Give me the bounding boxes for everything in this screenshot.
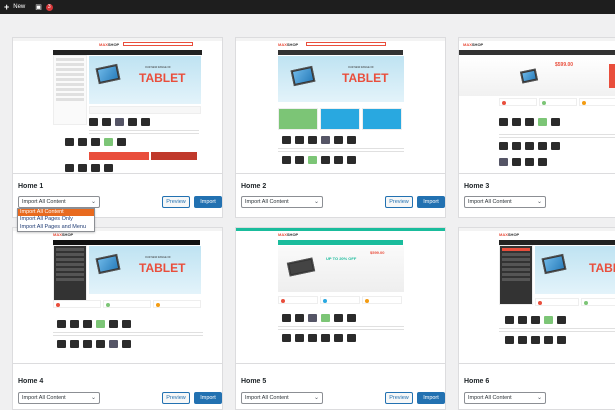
import-button[interactable]: Import (417, 392, 445, 404)
demo-title: Home 4 (18, 378, 44, 385)
demo-thumbnail[interactable]: MAXSHOP OUR NEW RANGE OF TABLET (236, 38, 445, 174)
plus-icon[interactable]: + (4, 2, 9, 12)
chevron-down-icon: ⌄ (536, 199, 542, 205)
preview-button[interactable]: Preview (385, 392, 413, 404)
demo-thumbnail[interactable]: MAXSHOP OUR NEW RANGE OF TABLET (13, 228, 222, 364)
demo-thumbnail[interactable]: MAXSHOP TABLET (459, 228, 615, 364)
import-button[interactable]: Import (417, 196, 445, 208)
import-type-select[interactable]: Import All Content ⌄ (241, 392, 323, 404)
chevron-down-icon: ⌄ (536, 395, 542, 401)
import-type-dropdown-list: Import All Content Import All Pages Only… (17, 208, 95, 232)
import-type-select[interactable]: Import All Content ⌄ (464, 392, 546, 404)
demo-title: Home 5 (241, 378, 267, 385)
demo-card-home-3: MAXSHOP $599.00 Home 3 Import All Conten… (458, 37, 615, 218)
demo-thumbnail[interactable]: MAXSHOP UP TO 20% OFF $599.00 (236, 228, 445, 364)
demo-card-home-6: MAXSHOP TABLET Home 6 Import All Content… (458, 227, 615, 410)
option-import-all-content[interactable]: Import All Content (18, 209, 94, 217)
import-button[interactable]: Import (194, 196, 222, 208)
demo-title: Home 3 (464, 183, 490, 190)
preview-button[interactable]: Preview (385, 196, 413, 208)
option-import-all-pages-and-menu[interactable]: Import All Pages and Menu (18, 224, 94, 231)
demo-thumbnail[interactable]: MAXSHOP OUR NEW RANGE OF TABLET (13, 38, 222, 174)
demo-title: Home 2 (241, 183, 267, 190)
comments-icon[interactable]: ▣ (35, 3, 42, 11)
new-link[interactable]: New (13, 4, 25, 10)
import-type-select[interactable]: Import All Content ⌄ (18, 392, 100, 404)
import-type-select[interactable]: Import All Content ⌄ (241, 196, 323, 208)
demo-card-home-4: MAXSHOP OUR NEW RANGE OF TABLET Home 4 I… (12, 227, 223, 410)
demo-card-home-5: MAXSHOP UP TO 20% OFF $599.00 Home 5 Imp… (235, 227, 446, 410)
comments-count-badge: 3 (45, 3, 53, 11)
chevron-down-icon: ⌄ (313, 395, 319, 401)
demo-card-home-2: MAXSHOP OUR NEW RANGE OF TABLET Home 2 I… (235, 37, 446, 218)
demo-title: Home 1 (18, 183, 44, 190)
import-type-select[interactable]: Import All Content ⌄ (18, 196, 100, 208)
import-type-select[interactable]: Import All Content ⌄ (464, 196, 546, 208)
preview-button[interactable]: Preview (162, 196, 190, 208)
import-button[interactable]: Import (194, 392, 222, 404)
preview-button[interactable]: Preview (162, 392, 190, 404)
chevron-down-icon: ⌄ (90, 395, 96, 401)
chevron-down-icon: ⌄ (313, 199, 319, 205)
demo-thumbnail[interactable]: MAXSHOP $599.00 (459, 38, 615, 174)
demo-card-home-1: MAXSHOP OUR NEW RANGE OF TABLET Home 1 I… (12, 37, 223, 218)
demo-title: Home 6 (464, 378, 490, 385)
admin-bar: + New ▣ 3 (0, 0, 615, 14)
option-import-all-pages-only[interactable]: Import All Pages Only (18, 216, 94, 223)
chevron-down-icon: ⌄ (90, 199, 96, 205)
